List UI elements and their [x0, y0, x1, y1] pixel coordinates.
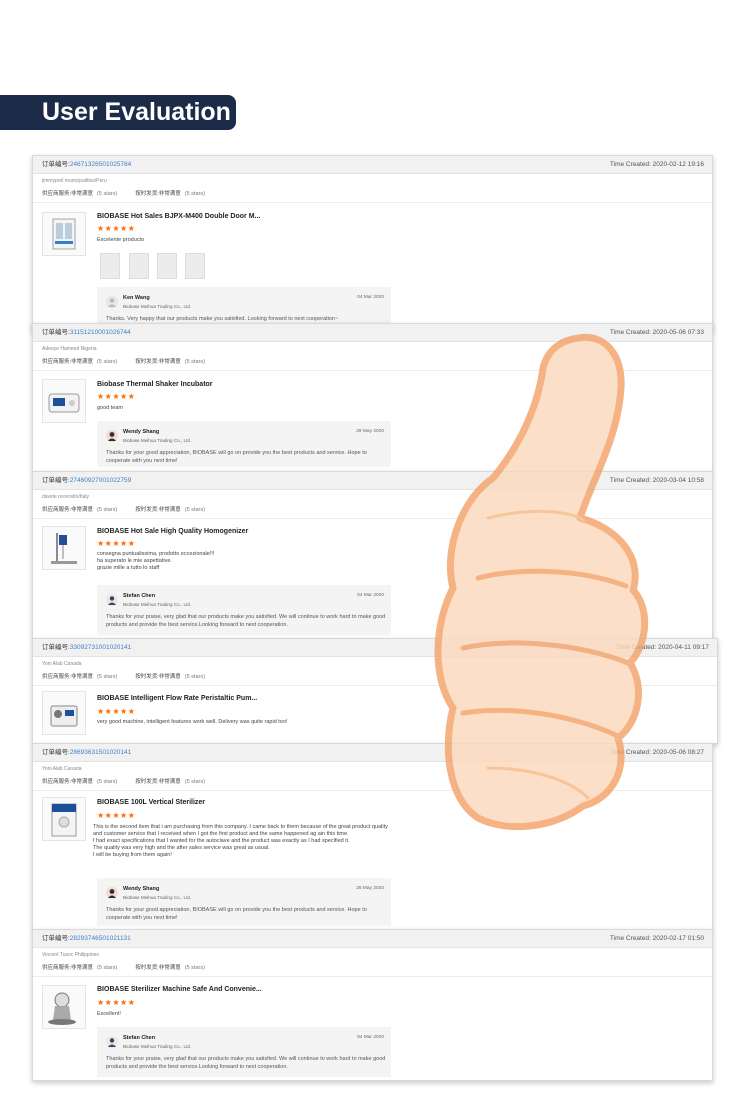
card-header: 订单编号:2467132650102578​4 Time Created: 20…: [33, 156, 712, 174]
rating-row: 供应商服务:非常满意 (5 stars) 按时发货:非常满意 (5 stars): [42, 779, 205, 785]
buyer-info: Adeoye Hameed Nigeria: [42, 346, 97, 352]
review-photo[interactable]: [100, 253, 120, 279]
reply-date: 04 Mar 2020: [357, 295, 384, 300]
reply-text: Thanks for your praise, very glad that o…: [106, 1056, 386, 1070]
seller-reply: Wendy Shang Biobase Meihua Trading Co., …: [97, 878, 391, 926]
reply-author: Ken Wang: [123, 295, 150, 301]
buyer-info: Yoni Alab Canada: [42, 766, 82, 772]
avatar: [106, 594, 118, 606]
product-thumbnail[interactable]: [42, 985, 86, 1029]
review-photo[interactable]: [157, 253, 177, 279]
avatar: [106, 1036, 118, 1048]
divider: [33, 202, 712, 203]
star-rating: ★★★★★: [97, 998, 136, 1007]
reply-author: Wendy Shang: [123, 886, 160, 892]
order-number-link[interactable]: 2829374650102113​1: [70, 935, 131, 942]
divider: [33, 976, 712, 977]
reply-text: Thanks for your good appreciation, BIOBA…: [106, 907, 367, 921]
product-title-link[interactable]: BIOBASE Hot Sales BJPX-M400 Double Door …: [97, 213, 260, 220]
reply-author: Stefan Chen: [123, 1035, 156, 1041]
order-number-link[interactable]: 2746092700102275​9: [70, 477, 131, 484]
reply-text: Thanks for your good appreciation, BIOBA…: [106, 450, 367, 464]
time-created: Time Created: 2020-02-12 19:16: [609, 161, 704, 168]
reply-date: 28 May 2020: [356, 429, 384, 434]
star-rating: ★★★★★: [97, 707, 136, 716]
review-comment: very good machine, intelligent features …: [97, 719, 288, 725]
product-thumbnail[interactable]: [42, 691, 86, 735]
buyer-info: davide recensito/Italy: [42, 494, 89, 500]
product-title-link[interactable]: BIOBASE Hot Sale High Quality Homogenize…: [97, 528, 248, 535]
review-comment: This is the second item that i am purcha…: [93, 824, 388, 858]
review-comment: Excellent!: [97, 1011, 121, 1017]
card-header: 订单编号:2829374650102113​1 Time Created: 20…: [33, 930, 712, 948]
review-photo[interactable]: [129, 253, 149, 279]
review-photo[interactable]: [185, 253, 205, 279]
rating-row: 供应商服务:非常满意 (5 stars) 按时发货:非常满意 (5 stars): [42, 965, 205, 971]
avatar: [106, 887, 118, 899]
reply-company: Biobase Meihua Trading Co., Ltd.: [123, 304, 192, 309]
review-comment: Excelente producto: [97, 237, 145, 243]
product-title-link[interactable]: BIOBASE Intelligent Flow Rate Peristalti…: [97, 695, 257, 702]
reply-date: 04 Mar 2020: [357, 593, 384, 598]
reply-company: Biobase Meihua Trading Co., Ltd.: [123, 1044, 192, 1049]
product-thumbnail[interactable]: [42, 212, 86, 256]
rating-row: 供应商服务:非常满意 (5 stars) 按时发货:非常满意 (5 stars): [42, 507, 205, 513]
avatar: [106, 430, 118, 442]
reply-date: 26 May 2020: [356, 886, 384, 891]
order-number-link[interactable]: 2869363150102014​1: [70, 749, 131, 756]
section-banner: User Evaluation: [0, 95, 236, 130]
avatar: [106, 296, 118, 308]
product-thumbnail[interactable]: [42, 526, 86, 570]
order-number-link[interactable]: 3115121000102674​4: [70, 329, 131, 336]
order-number-link[interactable]: 2467132650102578​4: [70, 161, 131, 168]
product-thumbnail[interactable]: [42, 379, 86, 423]
buyer-info: Yoni Alab Canada: [42, 661, 82, 667]
thumbs-up-icon: [434, 333, 649, 831]
review-card: 订单编号:2829374650102113​1 Time Created: 20…: [32, 929, 713, 1081]
reply-text: Thanks for your praise, very glad that o…: [106, 614, 386, 628]
reply-company: Biobase Meihua Trading Co., Ltd.: [123, 602, 192, 607]
rating-row: 供应商服务:非常满意 (5 stars) 按时发货:非常满意 (5 stars): [42, 191, 205, 197]
product-title-link[interactable]: BIOBASE Sterilizer Machine Safe And Conv…: [97, 986, 262, 993]
review-comment: consegna puntualissima, prodotto eccezio…: [97, 551, 215, 571]
rating-row: 供应商服务:非常满意 (5 stars) 按时发货:非常满意 (5 stars): [42, 674, 205, 680]
reply-company: Biobase Meihua Trading Co., Ltd.: [123, 438, 192, 443]
seller-reply: Stefan Chen Biobase Meihua Trading Co., …: [97, 1027, 391, 1077]
buyer-info: jimmyprol municipalities/Peru: [42, 178, 107, 184]
product-title-link[interactable]: BIOBASE 100L Vertical Sterilizer: [97, 799, 205, 806]
section-title: User Evaluation: [42, 98, 231, 126]
seller-reply: Wendy Shang Biobase Meihua Trading Co., …: [97, 421, 391, 467]
buyer-info: Vincent Tusoc Philippines: [42, 952, 99, 958]
star-rating: ★★★★★: [97, 811, 136, 820]
star-rating: ★★★★★: [97, 539, 136, 548]
reply-author: Wendy Shang: [123, 429, 160, 435]
product-title-link[interactable]: Biobase Thermal Shaker Incubator: [97, 381, 213, 388]
review-comment: good team: [97, 405, 123, 411]
reply-date: 04 Mar 2020: [357, 1035, 384, 1040]
star-rating: ★★★★★: [97, 392, 136, 401]
time-created: Time Created: 2020-02-17 01:50: [609, 935, 704, 942]
seller-reply: Stefan Chen Biobase Meihua Trading Co., …: [97, 585, 391, 635]
reply-company: Biobase Meihua Trading Co., Ltd.: [123, 895, 192, 900]
order-number-link[interactable]: 3309273100102014​1: [70, 644, 131, 651]
reply-author: Stefan Chen: [123, 593, 156, 599]
rating-row: 供应商服务:非常满意 (5 stars) 按时发货:非常满意 (5 stars): [42, 359, 205, 365]
product-thumbnail[interactable]: [42, 797, 86, 841]
review-card: 订单编号:2467132650102578​4 Time Created: 20…: [32, 155, 713, 332]
star-rating: ★★★★★: [97, 224, 136, 233]
